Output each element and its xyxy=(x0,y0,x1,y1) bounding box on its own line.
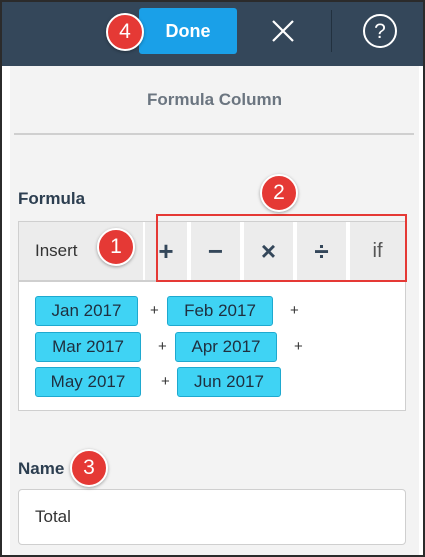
formula-operator: + xyxy=(150,302,159,319)
operators-highlight xyxy=(156,214,407,282)
help-button[interactable]: ? xyxy=(359,10,401,52)
name-label: Name xyxy=(18,459,65,478)
done-button[interactable]: Done xyxy=(139,8,237,54)
formula-token-jan-2017[interactable]: Jan 2017 xyxy=(35,296,138,326)
formula-operator: + xyxy=(158,338,167,355)
name-input[interactable] xyxy=(18,489,406,545)
close-button[interactable] xyxy=(260,10,306,52)
help-icon: ? xyxy=(363,14,397,48)
toolbar-separator xyxy=(331,10,332,52)
close-icon xyxy=(272,20,294,42)
formula-column-panel: Formula Column Formula Insert + − × ÷ if… xyxy=(10,66,419,555)
formula-token-apr-2017[interactable]: Apr 2017 xyxy=(175,332,277,362)
formula-label: Formula xyxy=(18,189,86,208)
panel-divider xyxy=(14,133,414,135)
formula-operator: + xyxy=(290,302,299,319)
formula-editor[interactable]: Jan 2017 + Feb 2017 + Mar 2017 + Apr 201… xyxy=(18,281,406,411)
formula-token-may-2017[interactable]: May 2017 xyxy=(35,367,141,397)
formula-token-jun-2017[interactable]: Jun 2017 xyxy=(177,367,281,397)
callout-1: 1 xyxy=(97,228,135,266)
panel-title: Formula Column xyxy=(146,90,283,109)
formula-token-mar-2017[interactable]: Mar 2017 xyxy=(35,332,141,362)
formula-operator: + xyxy=(161,373,170,390)
app-frame: Done ? Formula Column Formula Insert + −… xyxy=(0,0,425,557)
callout-3: 3 xyxy=(70,449,108,487)
callout-4: 4 xyxy=(106,13,144,51)
svg-text:?: ? xyxy=(374,20,386,43)
top-bar: Done ? xyxy=(2,2,423,66)
formula-operator: + xyxy=(294,338,303,355)
callout-2: 2 xyxy=(260,174,298,212)
formula-token-feb-2017[interactable]: Feb 2017 xyxy=(167,296,273,326)
